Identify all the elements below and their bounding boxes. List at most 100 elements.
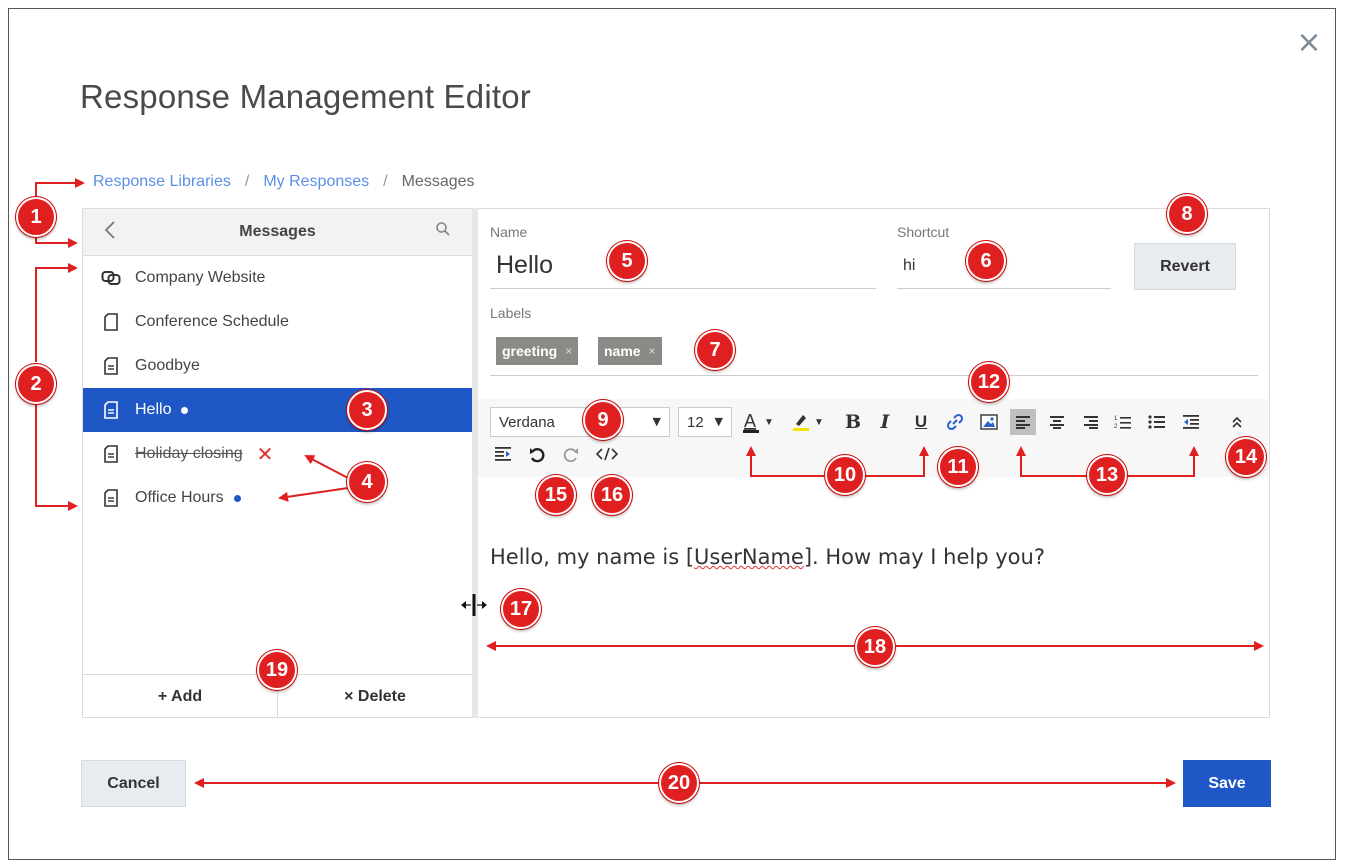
callout-3: 3 [347, 390, 387, 430]
name-field[interactable]: Hello [496, 251, 553, 280]
align-right-icon[interactable] [1078, 409, 1104, 435]
code-view-icon[interactable] [594, 441, 620, 467]
callout-2: 2 [16, 364, 56, 404]
search-icon[interactable] [435, 221, 455, 241]
list-item-label: Goodbye [135, 357, 200, 374]
text-document-icon [99, 444, 123, 464]
list-item[interactable]: Goodbye [83, 344, 472, 388]
indent-icon[interactable] [490, 441, 516, 467]
close-icon[interactable]: × [1294, 28, 1324, 58]
text-document-icon [99, 488, 123, 508]
highlight-dropdown-icon[interactable]: ▼ [812, 409, 826, 435]
italic-button[interactable]: I [872, 409, 898, 435]
svg-text:1: 1 [1114, 416, 1118, 422]
underline-button[interactable]: U [908, 409, 934, 435]
message-body-text-start: Hello, my name is [ [490, 545, 695, 569]
align-left-icon[interactable] [1010, 409, 1036, 435]
tag-label: greeting [502, 343, 558, 359]
messages-list: Company Website Conference Schedule Good… [83, 256, 472, 520]
numbered-list-icon[interactable]: 12 [1110, 409, 1136, 435]
image-icon[interactable] [976, 409, 1002, 435]
callout-14: 14 [1226, 437, 1266, 477]
callout-5: 5 [607, 241, 647, 281]
callout-13: 13 [1087, 455, 1127, 495]
callout-1: 1 [16, 197, 56, 237]
breadcrumb-response-libraries[interactable]: Response Libraries [93, 173, 231, 191]
callout-9: 9 [583, 400, 623, 440]
outdent-icon[interactable] [1178, 409, 1204, 435]
shortcut-field[interactable]: hi [903, 257, 915, 275]
tag-name: name × [598, 337, 662, 365]
add-button[interactable]: + Add [83, 675, 278, 718]
callout-19: 19 [257, 650, 297, 690]
list-item[interactable]: Company Website [83, 256, 472, 300]
tag-label: name [604, 343, 641, 359]
font-family-select[interactable]: Verdana ▼ [490, 407, 670, 437]
save-button[interactable]: Save [1183, 760, 1271, 807]
callout-8: 8 [1167, 194, 1207, 234]
callout-10: 10 [825, 455, 865, 495]
list-item[interactable]: Holiday closing ✕ [83, 432, 472, 476]
dropdown-caret-icon: ▼ [652, 415, 661, 428]
callout-16: 16 [592, 475, 632, 515]
list-item-selected[interactable]: Hello [83, 388, 472, 432]
revert-button[interactable]: Revert [1134, 243, 1236, 290]
text-color-letter: A [744, 411, 756, 431]
bulleted-list-icon[interactable] [1144, 409, 1170, 435]
bold-button[interactable]: B [840, 409, 866, 435]
font-family-value: Verdana [499, 413, 555, 431]
callout-20: 20 [659, 763, 699, 803]
list-item-label: Hello [135, 401, 172, 418]
delete-button[interactable]: × Delete [278, 675, 472, 718]
text-color-dropdown-icon[interactable]: ▼ [762, 409, 776, 435]
message-body-text-end: ]. How may I help you? [803, 545, 1045, 569]
callout-11: 11 [938, 447, 978, 487]
breadcrumb-messages: Messages [401, 173, 475, 190]
shortcut-label: Shortcut [897, 224, 950, 240]
labels-field-underline [490, 375, 1258, 376]
deleted-icon: ✕ [256, 442, 274, 466]
list-item-label: Office Hours [135, 489, 224, 506]
name-field-underline [490, 288, 876, 289]
dialog-title: Response Management Editor [80, 78, 531, 115]
list-item-label: Conference Schedule [135, 313, 289, 330]
message-body-token: UserName [694, 545, 804, 569]
svg-text:2: 2 [1114, 424, 1118, 430]
callout-7: 7 [695, 330, 735, 370]
list-item[interactable]: Office Hours [83, 476, 472, 520]
messages-panel: Messages Company Website Conference Sche… [82, 208, 473, 718]
callout-6: 6 [966, 241, 1006, 281]
unsaved-indicator [181, 406, 189, 414]
text-document-icon [99, 356, 123, 376]
shortcut-field-underline [897, 288, 1111, 289]
font-size-value: 12 [687, 413, 704, 431]
messages-panel-title: Messages [239, 223, 316, 240]
callout-18: 18 [855, 627, 895, 667]
unsaved-indicator [233, 494, 241, 502]
document-icon [99, 312, 123, 332]
tag-remove-icon[interactable]: × [649, 344, 656, 358]
breadcrumb-separator: / [383, 173, 388, 190]
align-center-icon[interactable] [1044, 409, 1070, 435]
redo-icon[interactable] [558, 441, 584, 467]
callout-12: 12 [969, 362, 1009, 402]
chevron-up-double-icon[interactable] [1224, 409, 1250, 435]
highlight-color-button[interactable] [788, 409, 814, 435]
callout-4: 4 [347, 462, 387, 502]
name-label: Name [490, 224, 528, 240]
link-icon[interactable] [942, 409, 968, 435]
dropdown-caret-icon: ▼ [714, 415, 723, 428]
breadcrumb: Response Libraries / My Responses / Mess… [93, 173, 475, 191]
font-size-select[interactable]: 12 ▼ [678, 407, 732, 437]
tag-remove-icon[interactable]: × [565, 344, 572, 358]
message-body-editor[interactable]: Hello, my name is [UserName]. How may I … [490, 545, 1045, 569]
list-item[interactable]: Conference Schedule [83, 300, 472, 344]
labels-label: Labels [490, 305, 532, 321]
tag-greeting: greeting × [496, 337, 579, 365]
messages-panel-header: Messages [83, 209, 472, 256]
breadcrumb-my-responses[interactable]: My Responses [263, 173, 369, 191]
callout-15: 15 [536, 475, 576, 515]
cancel-button[interactable]: Cancel [81, 760, 186, 807]
undo-icon[interactable] [524, 441, 550, 467]
link-icon [99, 268, 123, 288]
